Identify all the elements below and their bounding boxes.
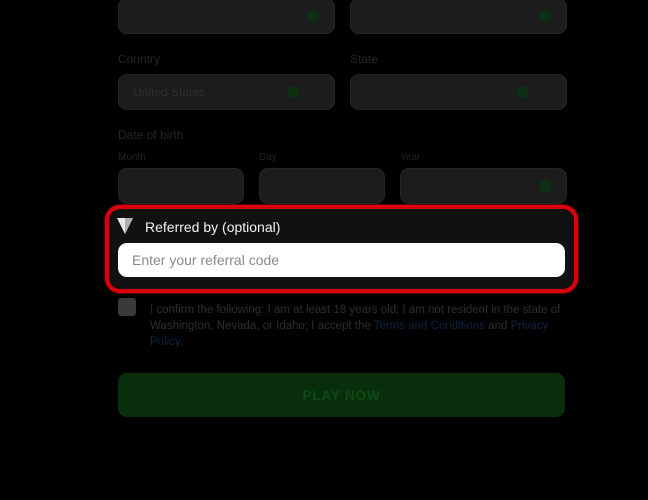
chevron-down-icon: ⌵ [311, 85, 321, 99]
dob-month-label: Month [118, 152, 146, 163]
check-circle-icon [539, 10, 551, 22]
dob-year-label: Year [400, 152, 421, 163]
country-value: United States [133, 85, 206, 99]
dob-year-select[interactable] [400, 168, 567, 204]
check-circle-icon [307, 10, 319, 22]
dob-day-label: Day [259, 152, 277, 163]
play-now-button[interactable]: PLAY NOW [118, 373, 565, 417]
referral-label: Referred by (optional) [145, 219, 281, 235]
check-circle-icon [287, 86, 299, 98]
referral-panel: Referred by (optional) [109, 209, 574, 289]
referral-code-input[interactable] [118, 243, 565, 277]
dob-day-select[interactable] [259, 168, 385, 204]
confirm-text: I confirm the following: I am at least 1… [150, 302, 565, 350]
terms-link[interactable]: Terms and Conditions [374, 320, 485, 332]
state-select[interactable]: ⌵ [350, 74, 567, 110]
chevron-down-icon: ⌵ [543, 85, 553, 99]
confirm-checkbox[interactable] [118, 298, 136, 316]
top-right-field[interactable] [350, 0, 567, 34]
shield-icon [117, 218, 133, 234]
country-label: Country [118, 52, 161, 66]
top-left-field[interactable] [118, 0, 335, 34]
signup-form: Country State United States ⌵ ⌵ Date of … [0, 0, 648, 500]
check-circle-icon [517, 86, 529, 98]
dob-label: Date of birth [118, 128, 184, 142]
state-label: State [350, 52, 379, 66]
country-select[interactable]: United States ⌵ [118, 74, 335, 110]
check-circle-icon [539, 180, 551, 192]
confirm-text-end: . [179, 336, 184, 348]
confirm-text-and: and [485, 320, 511, 332]
dob-month-select[interactable] [118, 168, 244, 204]
